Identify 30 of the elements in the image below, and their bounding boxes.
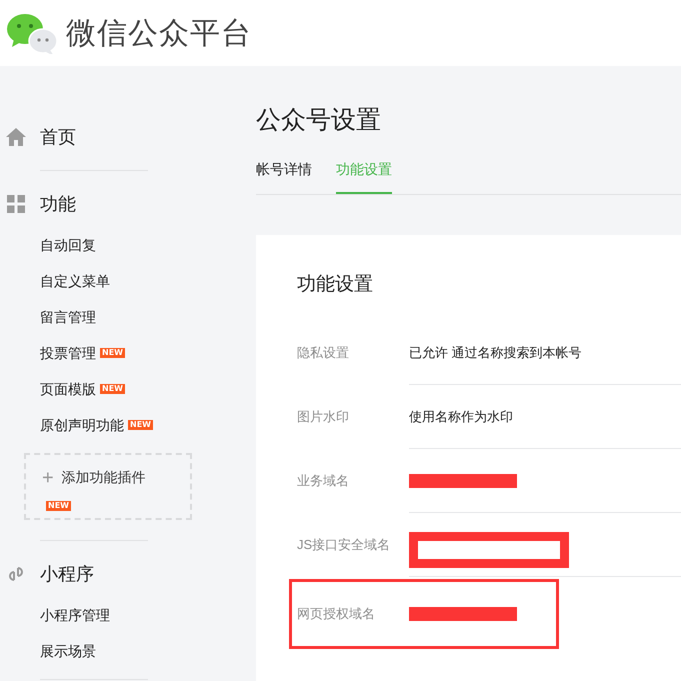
nav-item[interactable]: 页面模版 [40,378,96,400]
setting-value: 已允许 通过名称搜索到本帐号 [409,344,582,362]
home-icon [6,128,26,146]
setting-label: 隐私设置 [297,344,350,362]
nav-item[interactable]: 自定义菜单 [40,270,110,292]
nav-item[interactable]: 自动回复 [40,234,96,256]
new-badge: NEW [100,348,125,358]
app-title: 微信公众平台 [66,16,252,52]
card-title: 功能设置 [297,273,374,297]
nav-item[interactable]: 投票管理 [40,342,96,364]
nav-item[interactable]: 展示场景 [40,640,96,662]
setting-label: JS接口安全域名 [297,536,392,554]
setting-value: 使用名称作为水印 [409,408,513,426]
add-plugin-button[interactable]: + 添加功能插件 NEW [24,453,192,520]
setting-label: 业务域名 [297,472,350,490]
nav-section[interactable]: 首页 [40,124,76,150]
nav-section[interactable]: 功能 [40,190,76,218]
logo-icon [6,12,58,54]
new-badge: NEW [46,501,71,511]
nav-item[interactable]: 原创声明功能 [40,414,124,436]
nav-item[interactable]: 小程序管理 [40,604,110,626]
nav-item[interactable]: 留言管理 [40,306,96,328]
page-title: 公众号设置 [256,105,382,136]
setting-label: 网页授权域名 [297,604,376,623]
setting-label: 图片水印 [297,408,350,426]
new-badge: NEW [100,384,125,394]
tab[interactable]: 帐号详情 [256,157,312,194]
nav-section[interactable]: 小程序 [40,560,94,588]
new-badge: NEW [128,420,153,430]
grid-icon [7,195,25,213]
